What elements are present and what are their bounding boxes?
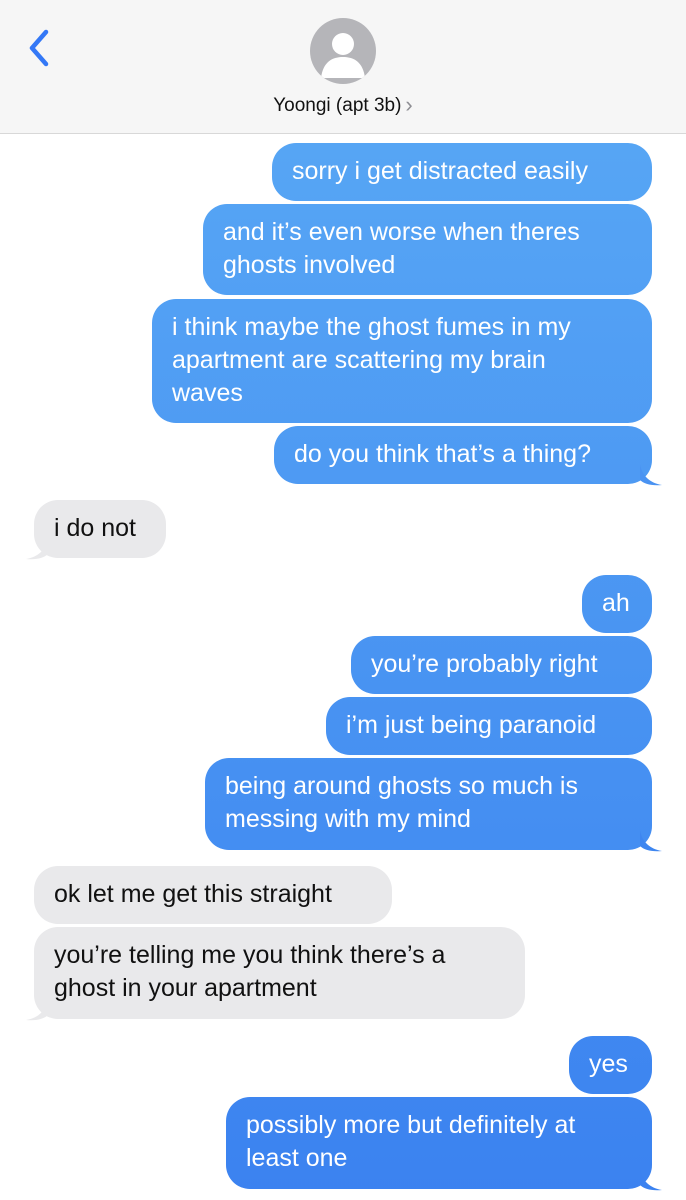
message-bubble-sent[interactable]: and it’s even worse when theres ghosts i…: [203, 204, 652, 295]
message-line: ghosts involved: [223, 251, 396, 279]
back-button[interactable]: [24, 26, 56, 70]
bubble-tail: [26, 999, 48, 1021]
message-bubble-received[interactable]: i do not: [34, 500, 166, 558]
contact-name-button[interactable]: Yoongi (apt 3b) ›: [0, 92, 686, 118]
message-bubble-sent[interactable]: you’re probably right: [351, 636, 652, 694]
message-line: waves: [172, 379, 243, 407]
message-line: you’re telling me you think there’s a: [54, 941, 446, 969]
bubble-tail: [640, 464, 662, 486]
message-line: possibly more but definitely at: [246, 1111, 576, 1139]
message-line: messing with my mind: [225, 805, 471, 833]
message-bubble-sent[interactable]: i’m just being paranoid: [326, 697, 652, 755]
message-line: you’re probably right: [371, 650, 598, 678]
message-line: i think maybe the ghost fumes in my: [172, 313, 571, 341]
message-bubble-sent[interactable]: possibly more but definitely at least on…: [226, 1097, 652, 1189]
message-line: i’m just being paranoid: [346, 711, 597, 739]
message-bubble-sent[interactable]: ah: [582, 575, 652, 633]
bubble-tail: [640, 1169, 662, 1191]
message-bubble-received[interactable]: you’re telling me you think there’s a gh…: [34, 927, 525, 1019]
message-line: least one: [246, 1144, 348, 1172]
message-bubble-sent[interactable]: yes: [569, 1036, 652, 1094]
message-bubble-sent[interactable]: i think maybe the ghost fumes in my apar…: [152, 299, 652, 423]
message-line: ok let me get this straight: [54, 880, 332, 908]
message-bubble-sent[interactable]: sorry i get distracted easily: [272, 143, 652, 201]
message-bubble-sent[interactable]: being around ghosts so much is messing w…: [205, 758, 652, 850]
message-line: and it’s even worse when theres: [223, 218, 580, 246]
message-line: ghost in your apartment: [54, 974, 317, 1002]
message-line: apartment are scattering my brain: [172, 346, 546, 374]
message-line: do you think that’s a thing?: [294, 440, 591, 468]
chevron-right-icon: ›: [405, 92, 413, 117]
message-line: yes: [589, 1050, 628, 1078]
message-bubble-received[interactable]: ok let me get this straight: [34, 866, 392, 924]
message-bubble-sent[interactable]: do you think that’s a thing?: [274, 426, 652, 484]
person-icon: [321, 33, 365, 78]
message-line: ah: [602, 589, 630, 617]
chevron-left-icon: [29, 29, 49, 67]
conversation-header: Yoongi (apt 3b) ›: [0, 0, 686, 134]
message-line: i do not: [54, 514, 137, 542]
message-line: sorry i get distracted easily: [292, 157, 588, 185]
contact-name: Yoongi (apt 3b): [273, 95, 402, 116]
message-line: being around ghosts so much is: [225, 772, 578, 800]
contact-avatar[interactable]: [310, 18, 376, 84]
bubble-tail: [26, 538, 48, 560]
bubble-tail: [640, 830, 662, 852]
